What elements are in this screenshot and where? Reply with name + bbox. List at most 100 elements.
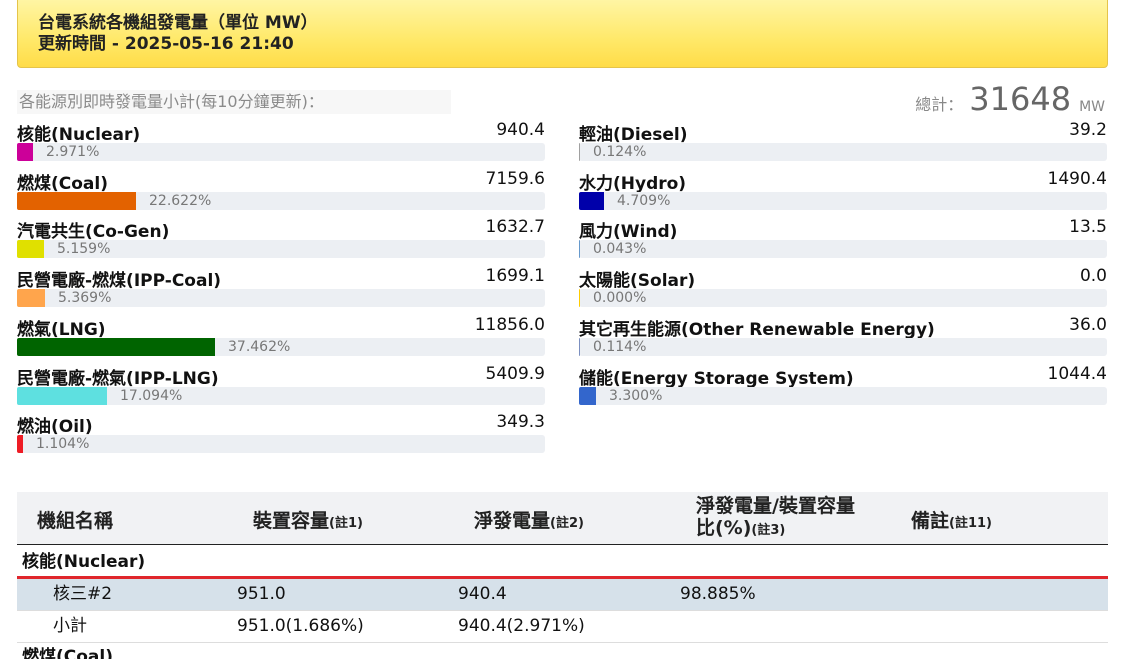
- col-capacity: 裝置容量(註1): [253, 510, 363, 532]
- energy-source-name: 輕油(Diesel): [579, 125, 688, 145]
- energy-source-name: 民營電廠-燃煤(IPP-Coal): [17, 271, 222, 292]
- share-percent: 3.300%: [609, 387, 663, 404]
- share-bar-fill: [17, 337, 215, 356]
- subtotal-caption: 各能源別即時發電量小計(每10分鐘更新)：: [17, 90, 451, 114]
- cell-capacity: 951.0(1.686%): [237, 616, 364, 636]
- share-bar: 17.094%: [17, 386, 545, 405]
- col-ratio: 淨發電量/裝置容量 比(%)(註3): [696, 495, 855, 539]
- share-bar: 0.124%: [579, 143, 1107, 161]
- energy-source-value: 7159.6: [485, 168, 545, 189]
- share-bar-fill: [579, 386, 596, 405]
- share-percent: 5.159%: [57, 241, 111, 258]
- share-bar-fill: [579, 289, 580, 308]
- share-bar: 0.000%: [579, 289, 1107, 308]
- group-nuclear: 核能(Nuclear): [17, 545, 1108, 579]
- share-bar-fill: [579, 143, 580, 161]
- table-row[interactable]: 核三#2 951.0 940.4 98.885%: [17, 579, 1108, 611]
- share-percent: 0.114%: [593, 338, 647, 355]
- share-percent: 22.622%: [149, 192, 212, 209]
- energy-source-name: 其它再生能源(Other Renewable Energy): [579, 319, 935, 340]
- energy-source-value: 39.2: [1069, 120, 1107, 140]
- share-bar: 5.369%: [17, 289, 545, 308]
- energy-source-item: 儲能(Energy Storage System) 1044.4 3.300%: [579, 364, 1107, 408]
- share-percent: 0.043%: [593, 241, 647, 258]
- energy-source-item: 核能(Nuclear) 940.4 2.971%: [17, 120, 545, 164]
- energy-source-value: 1490.4: [1047, 168, 1107, 189]
- share-bar: 0.114%: [579, 337, 1107, 356]
- energy-source-value: 1632.7: [485, 217, 545, 238]
- table-header: 機組名稱 裝置容量(註1) 淨發電量(註2) 淨發電量/裝置容量 比(%)(註3…: [17, 492, 1108, 545]
- energy-source-value: 1699.1: [485, 266, 545, 287]
- share-bar: 3.300%: [579, 386, 1107, 405]
- share-bar-fill: [579, 191, 604, 210]
- energy-source-value: 36.0: [1069, 314, 1107, 335]
- cell-capacity: 951.0: [237, 584, 286, 604]
- energy-source-value: 349.3: [496, 412, 545, 433]
- share-bar-fill: [17, 143, 33, 161]
- energy-source-item: 民營電廠-燃氣(IPP-LNG) 5409.9 17.094%: [17, 364, 545, 408]
- share-bar: 1.104%: [17, 435, 545, 454]
- generator-table: 機組名稱 裝置容量(註1) 淨發電量(註2) 淨發電量/裝置容量 比(%)(註3…: [17, 492, 1108, 659]
- share-bar: 4.709%: [579, 191, 1107, 210]
- cell-unit-name: 核三#2: [53, 584, 113, 604]
- total-value: 31648: [969, 80, 1072, 118]
- total-unit: MW: [1079, 99, 1105, 115]
- share-bar-fill: [17, 191, 136, 210]
- energy-source-value: 13.5: [1069, 217, 1107, 238]
- share-bar-fill: [17, 240, 44, 259]
- share-bar-fill: [17, 435, 23, 454]
- total-generation: 總計： 31648 MW: [915, 80, 1105, 118]
- energy-source-name: 儲能(Energy Storage System): [579, 368, 854, 389]
- energy-source-value: 11856.0: [474, 314, 545, 335]
- energy-source-name: 燃煤(Coal): [17, 173, 108, 194]
- share-percent: 17.094%: [120, 387, 183, 404]
- energy-source-item: 輕油(Diesel) 39.2 0.124%: [579, 120, 1107, 164]
- share-bar: 37.462%: [17, 337, 545, 356]
- energy-source-item: 燃油(Oil) 349.3 1.104%: [17, 412, 545, 456]
- share-bar-fill: [17, 289, 45, 308]
- share-bar-fill: [17, 386, 107, 405]
- share-percent: 0.000%: [593, 290, 647, 307]
- energy-source-name: 汽電共生(Co-Gen): [17, 222, 170, 243]
- share-percent: 2.971%: [46, 144, 100, 160]
- energy-source-item: 水力(Hydro) 1490.4 4.709%: [579, 169, 1107, 213]
- energy-source-item: 燃氣(LNG) 11856.0 37.462%: [17, 315, 545, 359]
- cell-unit-name: 小計: [53, 616, 87, 636]
- energy-source-item: 民營電廠-燃煤(IPP-Coal) 1699.1 5.369%: [17, 266, 545, 310]
- energy-source-item: 汽電共生(Co-Gen) 1632.7 5.159%: [17, 217, 545, 261]
- col-remark: 備註(註11): [911, 510, 992, 532]
- share-percent: 37.462%: [228, 338, 291, 355]
- energy-source-name: 燃氣(LNG): [17, 319, 106, 340]
- energy-source-value: 940.4: [496, 120, 545, 140]
- energy-source-item: 燃煤(Coal) 7159.6 22.622%: [17, 169, 545, 213]
- table-row[interactable]: 小計 951.0(1.686%) 940.4(2.971%): [17, 611, 1108, 643]
- energy-source-name: 民營電廠-燃氣(IPP-LNG): [17, 368, 219, 389]
- cell-net: 940.4: [458, 584, 507, 604]
- share-bar: 0.043%: [579, 240, 1107, 259]
- energy-source-name: 燃油(Oil): [17, 417, 93, 438]
- energy-source-value: 5409.9: [485, 363, 545, 384]
- col-net-generation: 淨發電量(註2): [474, 510, 584, 532]
- group-coal: 燃煤(Coal): [22, 647, 113, 659]
- energy-source-name: 水力(Hydro): [579, 173, 687, 194]
- share-percent: 0.124%: [593, 144, 647, 160]
- col-unit-name: 機組名稱: [37, 510, 114, 532]
- share-bar-fill: [579, 337, 580, 356]
- energy-source-item: 其它再生能源(Other Renewable Energy) 36.0 0.114%: [579, 315, 1107, 359]
- total-label: 總計：: [915, 95, 964, 114]
- energy-source-item: 太陽能(Solar) 0.0 0.000%: [579, 266, 1107, 310]
- energy-source-value: 1044.4: [1047, 363, 1107, 384]
- cell-ratio: 98.885%: [680, 584, 756, 604]
- cell-net: 940.4(2.971%): [458, 616, 585, 636]
- energy-source-name: 核能(Nuclear): [17, 125, 141, 145]
- energy-source-value: 0.0: [1079, 266, 1107, 287]
- energy-source-name: 太陽能(Solar): [579, 271, 696, 292]
- share-percent: 5.369%: [58, 290, 112, 307]
- update-time: 更新時間 - 2025-05-16 21:40: [38, 34, 294, 54]
- share-bar: 5.159%: [17, 240, 545, 259]
- energy-source-name: 風力(Wind): [579, 222, 678, 243]
- energy-source-item: 風力(Wind) 13.5 0.043%: [579, 217, 1107, 261]
- share-bar: 2.971%: [17, 143, 545, 161]
- share-percent: 4.709%: [617, 192, 671, 209]
- share-bar-fill: [579, 240, 580, 259]
